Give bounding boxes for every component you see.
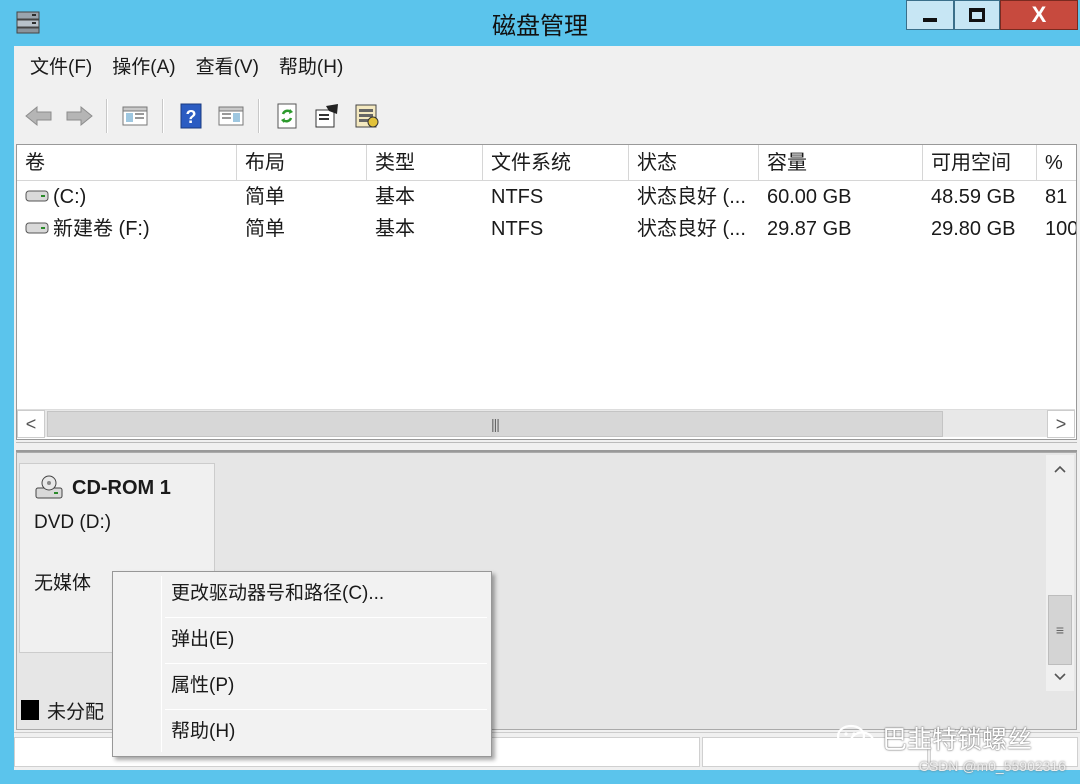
volume-list-horizontal-scrollbar[interactable]: < ||| >	[17, 409, 1075, 438]
title-bar: 磁盘管理 X	[0, 0, 1080, 46]
cell-type: 基本	[375, 218, 415, 240]
maximize-icon	[969, 8, 985, 22]
scroll-down-arrow-icon[interactable]	[1046, 663, 1074, 691]
close-button[interactable]: X	[1000, 0, 1078, 30]
column-header-status[interactable]: 状态	[629, 145, 759, 181]
column-header-volume[interactable]: 卷	[17, 145, 237, 181]
svg-text:?: ?	[186, 107, 197, 127]
legend: 未分配	[21, 693, 104, 727]
cell-type: 基本	[375, 186, 415, 208]
disk-status: 无媒体	[34, 573, 92, 594]
help-icon: ?	[180, 103, 202, 129]
show-hide-action-pane-button[interactable]	[214, 99, 248, 133]
toolbar-separator	[258, 99, 260, 133]
wechat-watermark: 巴韭特锁螺丝	[836, 720, 1032, 756]
menu-item-help[interactable]: 帮助(H)	[171, 712, 235, 752]
context-menu-gutter	[161, 576, 162, 752]
pane-splitter[interactable]	[16, 442, 1077, 452]
rescan-disks-icon	[355, 104, 379, 128]
horizontal-scroll-thumb[interactable]: |||	[47, 411, 943, 437]
cell-capacity: 60.00 GB	[767, 186, 852, 208]
drive-icon	[25, 222, 49, 234]
cell-status: 状态良好 (...	[637, 186, 746, 208]
menu-view[interactable]: 查看(V)	[186, 46, 269, 90]
cell-layout: 简单	[245, 186, 285, 208]
wechat-icon	[836, 724, 875, 751]
column-header-filesystem[interactable]: 文件系统	[483, 145, 629, 181]
properties-icon	[315, 104, 338, 128]
disk-view-vertical-scrollbar[interactable]: ≡	[1046, 455, 1074, 691]
menu-help[interactable]: 帮助(H)	[269, 46, 353, 90]
column-header-capacity[interactable]: 容量	[759, 145, 923, 181]
vertical-scroll-thumb[interactable]: ≡	[1048, 595, 1072, 665]
cell-capacity: 29.87 GB	[767, 218, 852, 240]
cell-layout: 简单	[245, 218, 285, 240]
cell-percent-free: 100	[1045, 218, 1077, 240]
rescan-disks-button[interactable]	[350, 99, 384, 133]
legend-unallocated-label: 未分配	[47, 701, 105, 723]
context-menu: 更改驱动器号和路径(C)... 弹出(E) 属性(P) 帮助(H)	[112, 571, 492, 757]
cell-filesystem: NTFS	[491, 186, 544, 208]
cell-volume: 新建卷 (F:)	[17, 213, 237, 245]
toolbar: ?	[14, 90, 1080, 142]
menu-separator	[165, 617, 487, 618]
help-button[interactable]: ?	[174, 99, 208, 133]
refresh-button[interactable]	[270, 99, 304, 133]
scroll-right-arrow-icon[interactable]: >	[1047, 410, 1075, 438]
properties-button[interactable]	[310, 99, 344, 133]
table-row[interactable]: 新建卷 (F:) 简单 基本 NTFS 状态良好 (... 29.87 GB 2…	[17, 213, 1076, 245]
scroll-up-arrow-icon[interactable]	[1046, 455, 1074, 483]
menu-item-properties[interactable]: 属性(P)	[171, 666, 234, 706]
menu-action[interactable]: 操作(A)	[102, 46, 185, 90]
cdrom-drive-icon	[35, 475, 63, 499]
scroll-left-arrow-icon[interactable]: <	[17, 410, 45, 438]
drive-icon	[25, 190, 49, 202]
forward-arrow-icon	[66, 105, 93, 127]
cell-free-space: 48.59 GB	[931, 186, 1016, 208]
disk-name: CD-ROM 1	[72, 476, 171, 499]
menu-item-change-drive-letter[interactable]: 更改驱动器号和路径(C)...	[171, 574, 384, 614]
volume-name: (C:)	[53, 186, 87, 208]
column-header-type[interactable]: 类型	[367, 145, 483, 181]
wechat-watermark-text: 巴韭特锁螺丝	[882, 726, 1033, 754]
back-button[interactable]	[22, 99, 56, 133]
disk-title: CD-ROM 1	[34, 474, 200, 502]
column-header-percent-free[interactable]: %	[1037, 145, 1076, 181]
cell-filesystem: NTFS	[491, 218, 544, 240]
show-hide-console-tree-icon	[122, 106, 148, 126]
forward-button[interactable]	[62, 99, 96, 133]
csdn-watermark: CSDN @m0_55902316	[918, 758, 1066, 774]
minimize-icon	[923, 18, 937, 22]
cell-status: 状态良好 (...	[637, 218, 746, 240]
column-header-layout[interactable]: 布局	[237, 145, 367, 181]
disk-drive-letter: DVD (D:)	[34, 512, 112, 533]
minimize-button[interactable]	[906, 0, 954, 30]
toolbar-separator	[106, 99, 108, 133]
volume-list-header: 卷 布局 类型 文件系统 状态 容量 可用空间 %	[17, 145, 1076, 181]
back-arrow-icon	[25, 105, 52, 127]
volume-list: 卷 布局 类型 文件系统 状态 容量 可用空间 % (C:) 简单 基本 NTF…	[16, 144, 1077, 440]
menu-separator	[165, 663, 487, 664]
refresh-icon	[277, 103, 297, 129]
cell-volume: (C:)	[17, 181, 237, 213]
menu-file[interactable]: 文件(F)	[20, 46, 102, 90]
unallocated-swatch	[21, 700, 39, 720]
table-row[interactable]: (C:) 简单 基本 NTFS 状态良好 (... 60.00 GB 48.59…	[17, 181, 1076, 213]
menu-separator	[165, 709, 487, 710]
close-icon: X	[1031, 2, 1047, 27]
menu-bar: 文件(F) 操作(A) 查看(V) 帮助(H)	[14, 46, 1080, 90]
cell-percent-free: 81	[1045, 186, 1068, 208]
toolbar-separator	[162, 99, 164, 133]
cell-free-space: 29.80 GB	[931, 218, 1016, 240]
show-hide-action-pane-icon	[218, 106, 244, 126]
column-header-free-space[interactable]: 可用空间	[923, 145, 1037, 181]
show-hide-console-tree-button[interactable]	[118, 99, 152, 133]
menu-item-eject[interactable]: 弹出(E)	[171, 620, 234, 660]
maximize-button[interactable]	[954, 0, 1000, 30]
volume-name: 新建卷 (F:)	[53, 218, 150, 240]
